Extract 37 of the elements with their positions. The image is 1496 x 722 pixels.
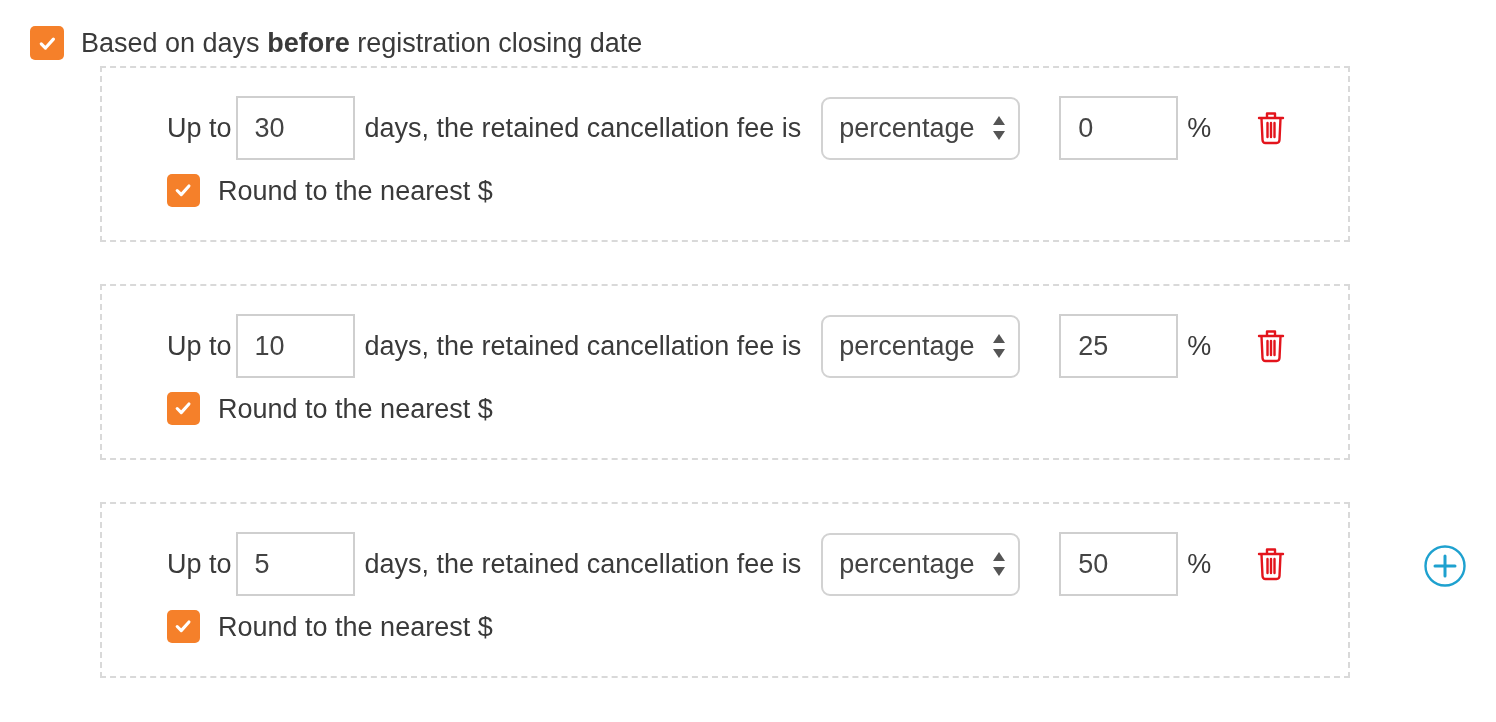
rule-text: Up to xyxy=(167,548,232,580)
delete-button[interactable] xyxy=(1257,111,1286,145)
unit-text: % xyxy=(1187,330,1212,362)
checkbox[interactable] xyxy=(167,174,200,207)
add-icon xyxy=(1424,545,1466,587)
trash-icon xyxy=(1257,547,1286,581)
fee-type-select[interactable]: percentage xyxy=(821,314,1021,378)
days-input-field[interactable]: 5 xyxy=(235,532,355,596)
rule-text: Up to xyxy=(167,330,232,362)
checkbox-label: Based on days before registration closing date xyxy=(81,27,643,59)
rule-text: days, the retained cancellation fee is xyxy=(364,548,802,580)
amount-input-field[interactable]: 0 xyxy=(1059,96,1179,160)
rule-text: days, the retained cancellation fee is xyxy=(364,112,802,144)
add-button[interactable] xyxy=(1424,545,1466,587)
delete-button[interactable] xyxy=(1257,547,1286,581)
unit-text: % xyxy=(1187,548,1212,580)
checkbox-label: Round to the nearest $ xyxy=(218,610,493,643)
rule-text: Up to xyxy=(167,112,232,144)
days-input-field[interactable]: 30 xyxy=(235,96,355,160)
days-input-field[interactable]: 10 xyxy=(235,314,355,378)
checkbox[interactable] xyxy=(30,26,64,60)
unit-text: % xyxy=(1187,112,1212,144)
trash-icon xyxy=(1257,111,1286,145)
delete-button[interactable] xyxy=(1257,329,1286,363)
up-down-arrows-icon xyxy=(992,333,1007,359)
amount-input-field[interactable]: 50 xyxy=(1059,532,1179,596)
checkbox-label: Round to the nearest $ xyxy=(218,392,493,425)
up-down-arrows-icon xyxy=(992,551,1007,577)
checkbox-label: Round to the nearest $ xyxy=(218,174,493,207)
amount-input-field[interactable]: 25 xyxy=(1059,314,1179,378)
checkbox[interactable] xyxy=(167,392,200,425)
rule-text: days, the retained cancellation fee is xyxy=(364,330,802,362)
fee-type-select[interactable]: percentage xyxy=(821,96,1021,160)
up-down-arrows-icon xyxy=(992,115,1007,141)
fee-type-select[interactable]: percentage xyxy=(821,532,1021,596)
trash-icon xyxy=(1257,329,1286,363)
checkbox[interactable] xyxy=(167,610,200,643)
